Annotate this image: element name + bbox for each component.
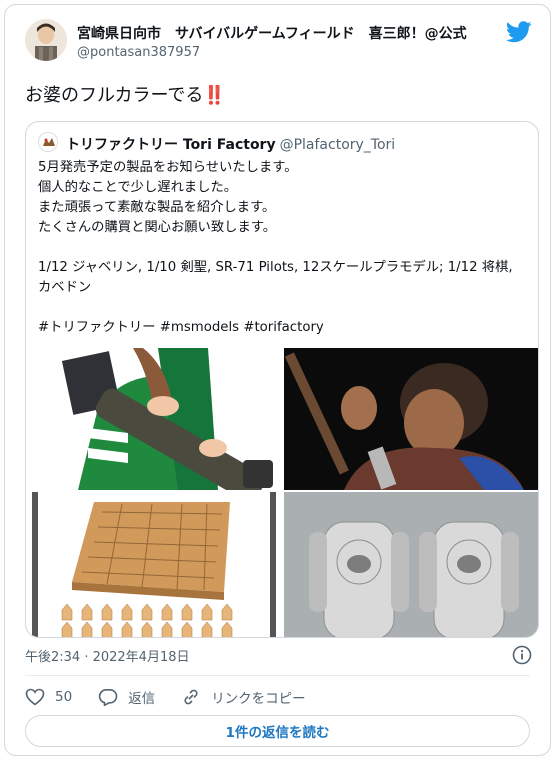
- author-name[interactable]: 宮崎県日向市 サバイバルゲームフィールド 喜三郎！@公式: [77, 23, 467, 43]
- quoted-author-avatar: [38, 132, 58, 152]
- media-grid: [26, 346, 538, 637]
- like-button[interactable]: 50: [25, 688, 72, 706]
- quoted-line-hashtags: #トリファクトリー #msmodels #torifactory: [38, 320, 324, 335]
- shogi-board-image[interactable]: [32, 492, 276, 637]
- heart-icon: [25, 688, 45, 706]
- twitter-bird-icon[interactable]: [506, 21, 532, 43]
- quoted-author-handle: @Plafactory_Tori: [279, 137, 396, 153]
- quoted-tweet[interactable]: トリファクトリー Tori Factory @Plafactory_Tori 5月…: [25, 121, 539, 638]
- divider: [25, 675, 530, 676]
- link-icon: [184, 689, 198, 705]
- tori-factory-logo-icon: [39, 133, 57, 151]
- sr71-pilots-image[interactable]: [284, 492, 538, 637]
- javelin-figure-image[interactable]: [58, 348, 282, 490]
- info-icon[interactable]: [512, 645, 532, 665]
- person-avatar-icon: [25, 19, 67, 61]
- sword-saint-figure-image[interactable]: [284, 348, 538, 490]
- tweet-card: 宮崎県日向市 サバイバルゲームフィールド 喜三郎！@公式 @pontasan38…: [4, 4, 551, 756]
- tweet-text: お婆のフルカラーでる‼️: [25, 81, 226, 107]
- reply-bubble-icon: [98, 689, 118, 706]
- copy-link-label: リンクをコピー: [211, 691, 306, 707]
- action-bar: 50 返信 リンクをコピー: [25, 685, 332, 709]
- copy-link-button[interactable]: リンクをコピー: [181, 687, 306, 707]
- read-replies-button[interactable]: 1件の返信を読む: [25, 715, 530, 747]
- quoted-author-name: トリファクトリー Tori Factory: [66, 137, 276, 153]
- reply-button[interactable]: 返信: [98, 687, 155, 707]
- quoted-line-products: 1/12 ジャベリン, 1/10 剣聖, SR-71 Pilots, 12スケー…: [38, 260, 513, 295]
- quoted-line: また頑張って素敵な製品を紹介します。: [38, 200, 276, 215]
- read-replies-label: 1件の返信を読む: [225, 725, 330, 741]
- quoted-author[interactable]: トリファクトリー Tori Factory @Plafactory_Tori: [66, 134, 395, 154]
- quoted-line: 5月発売予定の製品をお知らせいたします。: [38, 160, 298, 175]
- reply-label: 返信: [128, 691, 156, 707]
- author-handle[interactable]: @pontasan387957: [77, 45, 200, 60]
- like-count: 50: [55, 689, 73, 705]
- author-avatar[interactable]: [25, 19, 67, 61]
- quoted-tweet-body: 5月発売予定の製品をお知らせいたします。 個人的なことで少し遅れました。 また頑…: [38, 158, 528, 338]
- double-exclamation-emoji: ‼️: [203, 85, 226, 106]
- quoted-line: 個人的なことで少し遅れました。: [38, 180, 238, 195]
- tweet-body: お婆のフルカラーでる: [25, 85, 204, 106]
- quoted-line: たくさんの購買と関心お願い致します。: [38, 220, 277, 235]
- tweet-timestamp[interactable]: 午後2:34 · 2022年4月18日: [25, 646, 190, 665]
